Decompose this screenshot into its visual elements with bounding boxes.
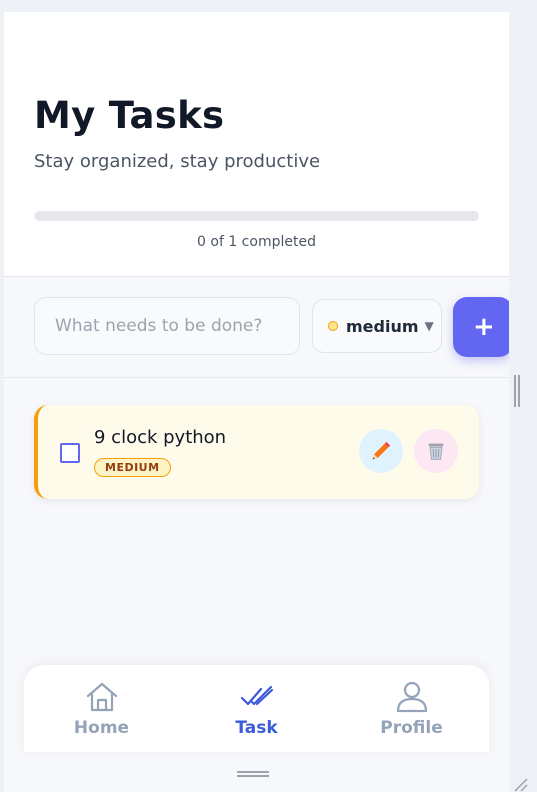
nav-label-task: Task — [235, 718, 278, 738]
nav-item-task[interactable]: Task — [179, 665, 334, 752]
chevron-down-icon: ▼ — [424, 319, 434, 333]
bottom-nav: Home Task Profile — [24, 665, 489, 752]
priority-badge: MEDIUM — [94, 458, 171, 477]
nav-item-profile[interactable]: Profile — [334, 665, 489, 752]
nav-item-home[interactable]: Home — [24, 665, 179, 752]
progress-bar — [34, 211, 479, 221]
header: My Tasks Stay organized, stay productive… — [4, 12, 509, 277]
add-task-label: + — [473, 312, 495, 342]
task-title: 9 clock python — [94, 427, 227, 448]
resize-grip-icon[interactable] — [512, 776, 528, 792]
progress-text: 0 of 1 completed — [197, 234, 316, 250]
pencil-icon — [372, 441, 391, 460]
delete-task-button[interactable] — [414, 429, 458, 473]
priority-dot-icon — [328, 321, 338, 331]
task-item: 9 clock python MEDIUM — [34, 405, 479, 499]
priority-select-value: medium — [346, 316, 419, 336]
double-check-icon — [240, 685, 273, 706]
nav-label-home: Home — [73, 718, 130, 738]
nav-label-profile: Profile — [380, 718, 443, 738]
add-task-button[interactable]: + — [453, 297, 509, 357]
page-subtitle: Stay organized, stay productive — [34, 151, 321, 172]
task-checkbox[interactable] — [60, 443, 80, 463]
drag-handle[interactable] — [237, 771, 269, 777]
page-title: My Tasks — [34, 94, 225, 137]
priority-select[interactable]: medium ▼ — [312, 299, 442, 353]
new-task-row: medium ▼ + — [4, 277, 509, 378]
edit-task-button[interactable] — [359, 429, 403, 473]
user-icon — [396, 681, 427, 713]
scroll-handle[interactable] — [514, 375, 520, 407]
new-task-input[interactable] — [34, 297, 300, 355]
trash-icon — [428, 443, 444, 460]
app-frame: My Tasks Stay organized, stay productive… — [4, 12, 509, 792]
home-icon — [86, 682, 117, 712]
